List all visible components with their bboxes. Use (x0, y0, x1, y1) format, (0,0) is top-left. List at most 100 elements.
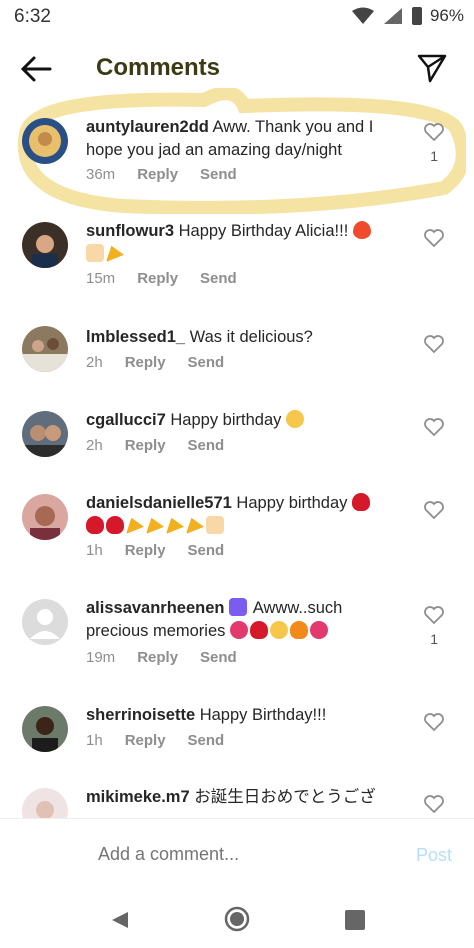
header: Comments (0, 40, 474, 100)
comment-text: Was it delicious? (189, 328, 313, 346)
comment-text: Happy birthday (170, 411, 282, 429)
back-arrow-icon[interactable] (18, 52, 54, 86)
comment-age: 36m (86, 166, 116, 183)
avatar[interactable] (22, 326, 68, 372)
send-icon[interactable] (416, 52, 448, 84)
comment-text: Happy Birthday Alicia!!! (178, 222, 349, 240)
comment-body: sherrinoisette Happy Birthday!!! (86, 704, 396, 727)
nav-back-icon[interactable] (110, 910, 130, 930)
heart-icon[interactable] (424, 228, 444, 248)
send-button[interactable]: Send (188, 542, 225, 559)
heart-icon[interactable] (424, 712, 444, 732)
comment-body: auntylauren2dd Aww. Thank you and I hope… (86, 116, 396, 162)
red-heart-emoji-icon (106, 516, 124, 534)
reply-button[interactable]: Reply (125, 732, 166, 749)
balloon-emoji-icon (352, 221, 371, 239)
comment-body: sunflowur3 Happy Birthday Alicia!!! (86, 220, 396, 266)
send-button[interactable]: Send (188, 354, 225, 371)
comment-meta: 19m Reply Send (86, 649, 237, 666)
smiling-face-with-hearts-emoji-icon (269, 621, 288, 639)
heart-icon[interactable] (424, 500, 444, 520)
comment-body: lmblessed1_ Was it delicious? (86, 326, 396, 349)
reply-button[interactable]: Reply (125, 354, 166, 371)
status-bar: 6:32 96% (0, 0, 474, 34)
avatar[interactable] (22, 118, 68, 164)
comment-meta: 2h Reply Send (86, 437, 224, 454)
red-heart-emoji-icon (352, 493, 370, 511)
avatar[interactable] (22, 222, 68, 268)
comment-age: 1h (86, 542, 103, 559)
comment-age: 19m (86, 649, 116, 666)
heart-icon[interactable] (424, 605, 444, 625)
page-title: Comments (96, 54, 221, 81)
comment-item: mikimeke.m7 お誕生日おめでとうござ (0, 786, 474, 818)
avatar[interactable] (22, 788, 68, 818)
battery-percent: 96% (429, 6, 464, 25)
comment-meta: 1h Reply Send (86, 542, 224, 559)
cake-emoji-icon (86, 244, 104, 262)
nav-recents-icon[interactable] (345, 910, 365, 930)
nav-home-icon[interactable] (224, 906, 250, 932)
heart-icon[interactable] (424, 417, 444, 437)
comment-meta: 2h Reply Send (86, 354, 224, 371)
comment-text: Happy birthday (236, 494, 348, 512)
heart-icon[interactable] (424, 122, 444, 142)
comment-input[interactable] (96, 843, 360, 866)
comment-username[interactable]: lmblessed1_ (86, 328, 185, 346)
party-popper-emoji-icon (166, 517, 184, 534)
comment-body: cgallucci7 Happy birthday (86, 409, 396, 432)
heart-with-ribbon-emoji-icon (309, 621, 328, 639)
send-button[interactable]: Send (188, 437, 225, 454)
heart-icon[interactable] (424, 794, 444, 814)
send-button[interactable]: Send (188, 732, 225, 749)
red-heart-emoji-icon (249, 621, 268, 639)
comment-body: alissavanrheenen Awww..such precious mem… (86, 597, 396, 643)
comment-meta: 15m Reply Send (86, 270, 237, 287)
comment-username[interactable]: mikimeke.m7 (86, 788, 190, 806)
crown-badge-icon (229, 598, 248, 616)
party-popper-emoji-icon (186, 517, 204, 534)
send-button[interactable]: Send (200, 649, 237, 666)
comment-age: 1h (86, 732, 103, 749)
system-nav-bar (0, 890, 474, 948)
comment-body: mikimeke.m7 お誕生日おめでとうござ (86, 786, 396, 809)
wifi-icon (351, 7, 374, 24)
heart-with-ribbon-emoji-icon (229, 621, 248, 639)
orange-heart-emoji-icon (289, 621, 308, 639)
comment-username[interactable]: danielsdanielle571 (86, 494, 232, 512)
comment-body: danielsdanielle571 Happy birthday (86, 492, 396, 538)
comment-username[interactable]: sunflowur3 (86, 222, 174, 240)
comment-username[interactable]: cgallucci7 (86, 411, 166, 429)
avatar[interactable] (22, 411, 68, 457)
comment-username[interactable]: alissavanrheenen (86, 599, 225, 617)
party-face-emoji-icon (285, 410, 304, 428)
comment-age: 2h (86, 354, 103, 371)
post-button[interactable]: Post (416, 845, 452, 866)
heart-icon[interactable] (424, 334, 444, 354)
like-count: 1 (430, 148, 438, 164)
reply-button[interactable]: Reply (125, 542, 166, 559)
comment-username[interactable]: sherrinoisette (86, 706, 195, 724)
comment-text: お誕生日おめでとうござ (194, 788, 376, 806)
red-heart-emoji-icon (86, 516, 104, 534)
reply-button[interactable]: Reply (137, 166, 178, 183)
comment-age: 2h (86, 437, 103, 454)
comment-username[interactable]: auntylauren2dd (86, 118, 209, 136)
reply-button[interactable]: Reply (137, 649, 178, 666)
cellular-signal-icon (383, 8, 402, 24)
comment-composer: Post (0, 818, 474, 891)
status-time: 6:32 (14, 6, 51, 27)
avatar[interactable] (22, 599, 68, 645)
send-button[interactable]: Send (200, 166, 237, 183)
send-button[interactable]: Send (200, 270, 237, 287)
battery-icon (411, 7, 422, 25)
cake-emoji-icon (206, 516, 224, 534)
reply-button[interactable]: Reply (137, 270, 178, 287)
reply-button[interactable]: Reply (125, 437, 166, 454)
comment-meta: 1h Reply Send (86, 732, 224, 749)
like-count: 1 (430, 631, 438, 647)
avatar[interactable] (22, 494, 68, 540)
comment-age: 15m (86, 270, 116, 287)
party-popper-emoji-icon (126, 517, 144, 534)
avatar[interactable] (22, 706, 68, 752)
